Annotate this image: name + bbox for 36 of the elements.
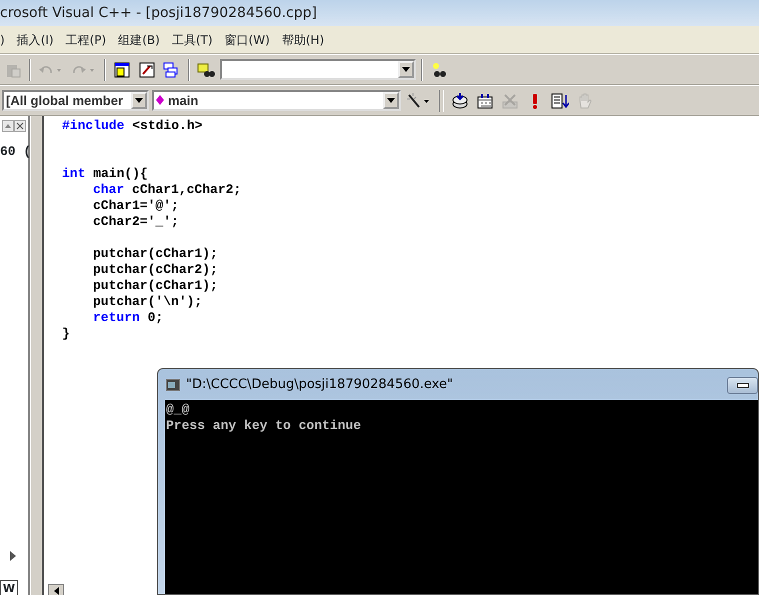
- scroll-left-button[interactable]: [48, 584, 64, 595]
- code-line: #include <stdio.h>: [62, 118, 202, 134]
- code-line: putchar(cChar2);: [92, 262, 218, 278]
- console-title: "D:\CCCC\Debug\posji18790284560.exe": [186, 376, 453, 394]
- dropdown-arrow-icon[interactable]: [387, 98, 395, 103]
- code-line: int main(){: [62, 166, 148, 182]
- dropdown-arrow-icon[interactable]: [135, 98, 143, 103]
- menu-item[interactable]: 帮助(H): [282, 30, 324, 48]
- panel-tab[interactable]: W: [0, 580, 18, 595]
- code-line: }: [62, 326, 70, 342]
- console-text: @_@: [166, 402, 190, 418]
- code-line: cChar2='_';: [92, 214, 179, 230]
- minimize-icon: [736, 383, 748, 388]
- panel-buttons-icon[interactable]: [2, 120, 26, 132]
- code-line: putchar(cChar1);: [92, 246, 218, 262]
- menu-item[interactable]: 工程(P): [66, 30, 106, 48]
- menu-item[interactable]: 工具(T): [172, 30, 213, 48]
- diamond-icon: [156, 94, 164, 105]
- menu-item[interactable]: 窗口(W): [224, 30, 270, 48]
- code-line: cChar1='@';: [92, 198, 179, 214]
- code-line: return 0;: [92, 310, 164, 326]
- minimize-button[interactable]: [727, 377, 758, 394]
- console-icon: [166, 378, 180, 390]
- menu-item[interactable]: 组建(B): [118, 30, 160, 48]
- dropdown-arrow-icon[interactable]: [402, 67, 410, 72]
- menu-item[interactable]: ): [0, 30, 5, 48]
- combo-box[interactable]: [All global member: [2, 90, 149, 111]
- console-text: Press any key to continue: [166, 418, 362, 434]
- window-title: crosoft Visual C++ - [posji18790284560.cpp]: [0, 0, 759, 26]
- code-line: putchar(cChar1);: [92, 278, 218, 294]
- left-arrow-icon: [54, 587, 58, 595]
- tree-text: 60 (: [0, 143, 32, 161]
- code-line: putchar('\n');: [92, 294, 202, 310]
- combo-box[interactable]: main: [152, 90, 401, 111]
- menu-item[interactable]: 插入(I): [16, 30, 54, 48]
- code-line: char cChar1,cChar2;: [92, 182, 242, 198]
